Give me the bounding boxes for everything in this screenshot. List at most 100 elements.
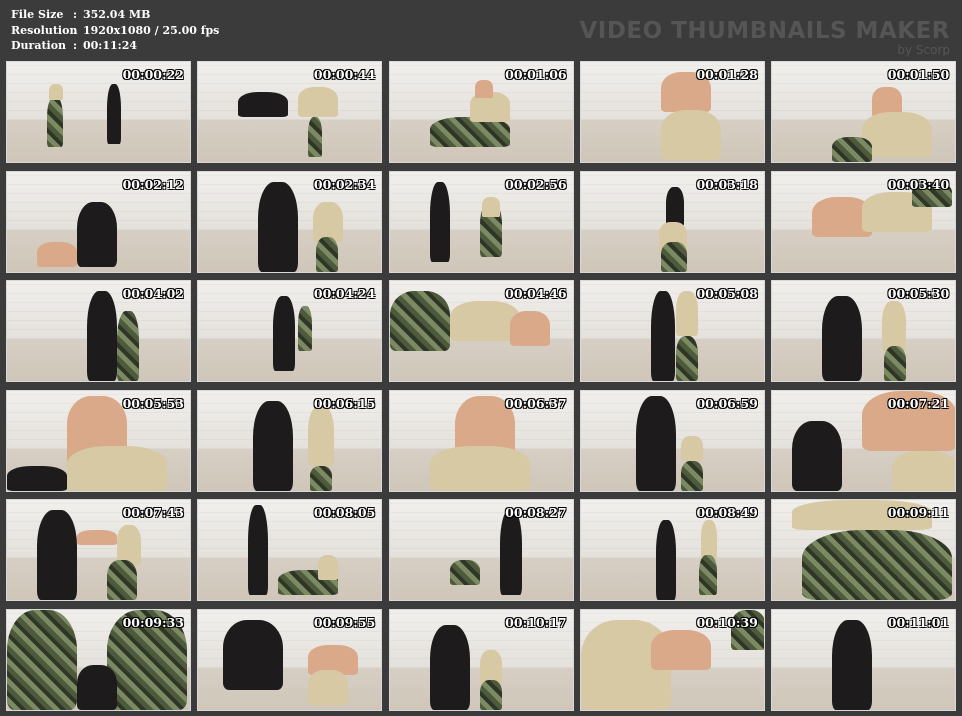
video-thumbnail[interactable]: 00:02:12 <box>6 170 191 273</box>
scene-figure <box>77 530 117 545</box>
scene-figure <box>313 201 344 242</box>
scene-floor <box>7 558 190 600</box>
duration-value: 00:11:24 <box>83 39 138 52</box>
scene-figure <box>680 435 703 461</box>
video-thumbnail[interactable]: 00:01:28 <box>579 61 765 163</box>
scene-figure <box>310 465 333 491</box>
resolution-label: Resolution <box>11 23 78 37</box>
video-thumbnail[interactable]: 00:00:22 <box>6 61 191 163</box>
thumbnail-timestamp: 00:08:05 <box>313 505 376 520</box>
video-thumbnail[interactable]: 00:09:11 <box>771 499 957 601</box>
video-thumbnail[interactable]: 00:06:15 <box>197 389 383 492</box>
scene-figure <box>49 84 63 100</box>
thumbnail-timestamp: 00:04:46 <box>505 286 567 301</box>
file-size-label: File Size <box>11 8 64 21</box>
video-thumbnail[interactable]: 00:10:17 <box>388 608 574 711</box>
video-thumbnail[interactable]: 00:00:44 <box>197 61 383 163</box>
scene-figure <box>223 619 284 690</box>
scene-figure <box>832 137 873 162</box>
separator: : <box>73 39 78 52</box>
scene-figure <box>117 311 139 381</box>
thumbnail-timestamp: 00:10:17 <box>505 614 567 630</box>
video-thumbnail[interactable]: 00:07:21 <box>771 389 957 492</box>
video-thumbnail[interactable]: 00:02:34 <box>197 170 383 273</box>
file-size-value: 352.04 MB <box>83 8 151 21</box>
thumbnail-timestamp: 00:05:30 <box>887 286 950 301</box>
video-thumbnail[interactable]: 00:08:49 <box>579 499 765 601</box>
video-thumbnail[interactable]: 00:09:55 <box>197 608 383 711</box>
video-thumbnail[interactable]: 00:03:40 <box>771 170 957 273</box>
thumbnail-timestamp: 00:02:34 <box>313 176 376 192</box>
video-thumbnail[interactable]: 00:10:39 <box>579 608 765 711</box>
scene-figure <box>308 117 323 157</box>
thumbnail-timestamp: 00:08:27 <box>505 505 567 520</box>
video-thumbnail[interactable]: 00:01:06 <box>388 61 574 163</box>
video-thumbnail[interactable]: 00:08:05 <box>197 499 383 601</box>
scene-figure <box>77 201 117 267</box>
thumbnail-timestamp: 00:10:39 <box>696 614 758 630</box>
scene-figure <box>308 405 335 466</box>
scene-figure <box>298 306 313 351</box>
file-size-row: File Size : 352.04 MB <box>11 7 219 23</box>
video-thumbnail[interactable]: 00:08:27 <box>388 499 574 601</box>
video-thumbnail[interactable]: 00:04:24 <box>197 280 383 382</box>
scene-floor <box>198 120 382 162</box>
thumbnail-timestamp: 00:09:33 <box>122 614 184 630</box>
scene-figure <box>675 291 698 336</box>
video-thumbnail[interactable]: 00:03:18 <box>579 170 765 273</box>
scene-figure <box>37 510 77 600</box>
scene-figure <box>238 92 289 117</box>
scene-figure <box>474 80 493 98</box>
thumbnail-timestamp: 00:06:59 <box>696 395 758 411</box>
thumbnail-timestamp: 00:07:21 <box>887 395 950 411</box>
video-thumbnail[interactable]: 00:05:08 <box>579 280 765 382</box>
scene-figure <box>7 465 67 491</box>
scene-figure <box>429 624 470 710</box>
video-thumbnail[interactable]: 00:02:56 <box>388 170 574 273</box>
thumbnail-timestamp: 00:04:02 <box>122 286 184 301</box>
video-thumbnail[interactable]: 00:05:30 <box>771 280 957 382</box>
scene-figure <box>700 520 717 560</box>
scene-figure <box>7 609 77 710</box>
scene-figure <box>107 560 137 600</box>
brand-watermark: VIDEO THUMBNAILS MAKER by Scorp <box>579 18 950 56</box>
scene-figure <box>258 181 299 272</box>
separator: : <box>73 8 78 21</box>
video-thumbnail[interactable]: 00:11:01 <box>771 608 957 711</box>
thumbnail-timestamp: 00:02:56 <box>505 176 567 192</box>
scene-figure <box>316 236 339 272</box>
scene-figure <box>822 296 863 381</box>
thumbnail-timestamp: 00:01:06 <box>505 67 567 82</box>
video-thumbnail[interactable]: 00:06:37 <box>388 389 574 492</box>
video-thumbnail[interactable]: 00:04:46 <box>388 280 574 382</box>
thumbnail-timestamp: 00:04:24 <box>313 286 376 301</box>
thumbnail-timestamp: 00:09:55 <box>313 614 376 630</box>
scene-figure <box>892 450 956 491</box>
video-thumbnail[interactable]: 00:05:53 <box>6 389 191 492</box>
duration-row: Duration : 00:11:24 <box>11 38 219 54</box>
thumbnail-timestamp: 00:06:37 <box>505 395 567 411</box>
scene-figure <box>449 560 480 585</box>
scene-figure <box>429 445 530 491</box>
thumbnail-timestamp: 00:07:43 <box>122 505 184 520</box>
thumbnail-timestamp: 00:00:22 <box>122 67 184 82</box>
scene-figure <box>273 296 296 371</box>
scene-figure <box>655 520 676 600</box>
file-info: File Size : 352.04 MB Resolution : 1920x… <box>11 7 219 54</box>
scene-figure <box>882 301 907 351</box>
thumbnail-timestamp: 00:06:15 <box>313 395 376 411</box>
video-thumbnail[interactable]: 00:07:43 <box>6 499 191 601</box>
scene-figure <box>792 420 843 491</box>
video-thumbnail[interactable]: 00:01:50 <box>771 61 957 163</box>
scene-figure <box>107 84 121 144</box>
scene-figure <box>87 291 117 381</box>
scene-figure <box>650 291 675 381</box>
video-thumbnail[interactable]: 00:06:59 <box>579 389 765 492</box>
thumbnail-timestamp: 00:03:18 <box>696 176 758 192</box>
scene-figure <box>308 669 349 705</box>
video-thumbnail[interactable]: 00:09:33 <box>6 608 191 711</box>
scene-figure <box>635 395 676 491</box>
scene-floor <box>7 120 190 162</box>
video-thumbnail[interactable]: 00:04:02 <box>6 280 191 382</box>
thumbnail-timestamp: 00:01:50 <box>887 67 950 82</box>
